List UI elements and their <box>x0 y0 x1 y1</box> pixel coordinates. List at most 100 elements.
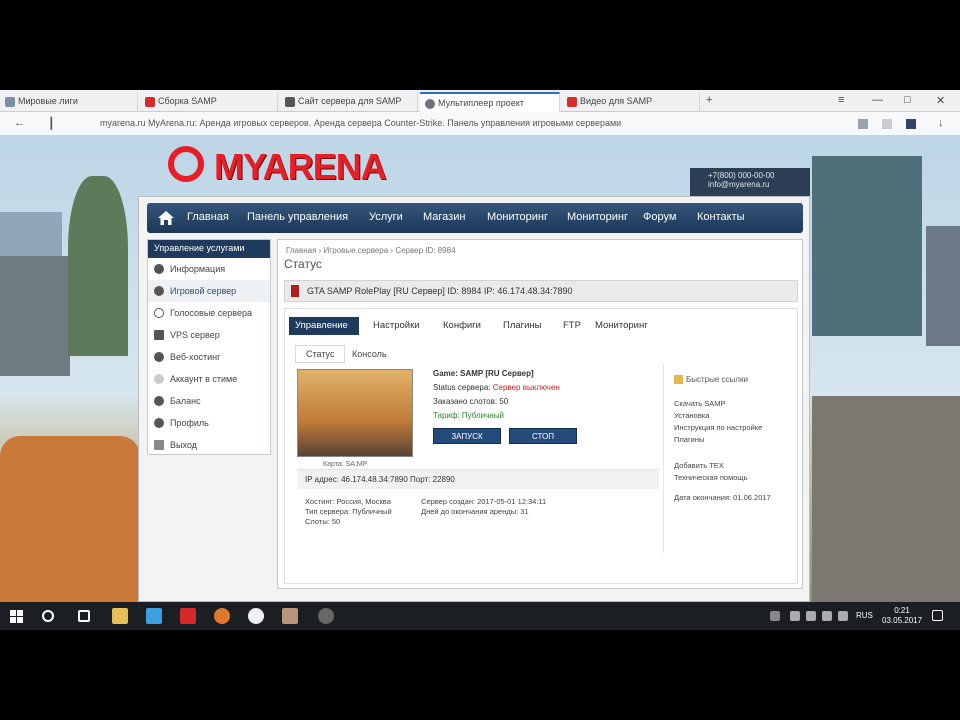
network-icon[interactable] <box>790 611 800 621</box>
extension-icon[interactable] <box>906 119 916 129</box>
nav-item[interactable]: Магазин <box>423 211 465 223</box>
sidebar-item-voice[interactable]: Голосовые сервера <box>148 302 270 324</box>
subtab-status[interactable]: Статус <box>295 345 346 363</box>
browser-tab[interactable]: Сборка SAMP <box>140 92 278 112</box>
myarena-logo[interactable]: MYARENA <box>168 144 448 187</box>
action-center-icon[interactable] <box>932 610 943 621</box>
clock[interactable]: 0:21 03.05.2017 <box>882 606 922 626</box>
url-field[interactable]: myarena.ru MyArena.ru: Аренда игровых се… <box>100 118 621 128</box>
quick-link[interactable]: Инструкция по настройке <box>674 423 762 432</box>
nav-item[interactable]: Главная <box>187 211 229 223</box>
quick-link[interactable]: Скачать SAMP <box>674 399 725 408</box>
breadcrumb[interactable]: Главная › Игровые сервера › Сервер ID: 8… <box>286 246 456 255</box>
quick-links-title: Быстрые ссылки <box>686 375 748 384</box>
quick-link[interactable]: Техническая помощь <box>674 473 747 482</box>
sidebar-item-game-server[interactable]: Игровой сервер <box>148 280 270 302</box>
server-header-bar: GTA SAMP RolePlay [RU Сервер] ID: 8984 I… <box>284 280 798 302</box>
quick-link[interactable]: Плагины <box>674 435 704 444</box>
background-building <box>812 156 922 336</box>
tab-configs[interactable]: Конфиги <box>437 317 487 335</box>
content-panel: Главная › Игровые сервера › Сервер ID: 8… <box>277 239 803 589</box>
nav-item[interactable]: Мониторинг <box>567 211 628 223</box>
home-icon[interactable] <box>157 209 175 227</box>
nav-item[interactable]: Мониторинг <box>487 211 548 223</box>
search-icon[interactable] <box>42 610 54 622</box>
tray-arrow-icon[interactable] <box>770 611 780 621</box>
ip-text[interactable]: IP адрес: 46.174.48.34:7890 Порт: 22890 <box>305 475 455 484</box>
tab-control[interactable]: Управление <box>289 317 359 335</box>
sidebar-item-vps[interactable]: VPS сервер <box>148 324 270 346</box>
browser-tab-bar: Мировые лиги Сборка SAMP Сайт сервера дл… <box>0 90 960 112</box>
info-icon <box>154 264 164 274</box>
store-icon[interactable] <box>146 608 162 624</box>
game-name: Game: SAMP [RU Сервер] <box>433 369 534 378</box>
page-icon[interactable] <box>858 119 868 129</box>
youtube-icon <box>145 97 155 107</box>
nav-item[interactable]: Контакты <box>697 211 745 223</box>
windows-start-icon[interactable] <box>10 610 23 623</box>
yandex-browser-icon[interactable] <box>248 608 264 624</box>
bookmark-icon[interactable]: ┃ <box>48 117 55 130</box>
notification-icon[interactable] <box>838 611 848 621</box>
logo-text: MYARENA <box>214 146 387 187</box>
tab-settings[interactable]: Настройки <box>367 317 426 335</box>
nav-item[interactable]: Услуги <box>369 211 403 223</box>
app-icon[interactable] <box>318 608 334 624</box>
nav-item[interactable]: Панель управления <box>247 211 348 223</box>
sidebar-item-label: Выход <box>170 440 197 450</box>
stat-location: Хостинг: Россия, Москва <box>305 497 391 506</box>
main-nav: Главная Панель управления Услуги Магазин… <box>147 203 803 233</box>
tab-plugins[interactable]: Плагины <box>497 317 548 335</box>
status-label: Status сервера: <box>433 383 491 392</box>
filezilla-icon[interactable] <box>180 608 196 624</box>
server-info-box: Карта: SA:MP Game: SAMP [RU Сервер] Stat… <box>291 363 651 473</box>
browser-tab[interactable]: Сайт сервера для SAMP <box>280 92 418 112</box>
sidebar-title: Управление услугами <box>148 240 270 258</box>
page-title: Статус <box>284 257 322 271</box>
task-view-icon[interactable] <box>78 610 90 622</box>
server-flag-icon <box>291 285 299 297</box>
app-icon[interactable] <box>282 608 298 624</box>
battery-icon[interactable] <box>822 611 832 621</box>
language-indicator[interactable]: RUS <box>856 611 873 620</box>
sidebar-item-hosting[interactable]: Веб-хостинг <box>148 346 270 368</box>
sidebar-item-info[interactable]: Информация <box>148 258 270 280</box>
close-button[interactable]: ✕ <box>936 94 945 107</box>
nav-item[interactable]: Форум <box>643 211 676 223</box>
steam-icon <box>154 374 164 384</box>
file-explorer-icon[interactable] <box>112 608 128 624</box>
background-building <box>926 226 960 346</box>
screen: Мировые лиги Сборка SAMP Сайт сервера дл… <box>0 90 960 630</box>
contact-email[interactable]: info@myarena.ru <box>708 180 792 189</box>
menu-icon[interactable]: ≡ <box>838 94 844 106</box>
new-tab-button[interactable]: + <box>706 94 712 106</box>
tab-ftp[interactable]: FTP <box>557 317 587 335</box>
browser-tab[interactable]: Видео для SAMP <box>562 92 700 112</box>
wallet-icon <box>154 396 164 406</box>
back-icon[interactable]: ← <box>14 117 25 129</box>
background-building <box>0 256 70 376</box>
browser-tab[interactable]: Мировые лиги <box>0 92 138 112</box>
quick-link[interactable]: Установка <box>674 411 709 420</box>
start-button[interactable]: ЗАПУСК <box>433 428 501 444</box>
sidebar-item-label: Веб-хостинг <box>170 352 221 362</box>
stop-button[interactable]: СТОП <box>509 428 577 444</box>
volume-icon[interactable] <box>806 611 816 621</box>
map-preview-image <box>297 369 413 457</box>
browser-tab-active[interactable]: Мультиплеер проект <box>420 92 560 112</box>
sidebar-item-balance[interactable]: Баланс <box>148 390 270 412</box>
subtab-console[interactable]: Консоль <box>341 345 398 363</box>
quick-link[interactable]: Добавить ТЕХ <box>674 461 724 470</box>
download-icon[interactable]: ↓ <box>938 117 944 129</box>
taskbar: RUS 0:21 03.05.2017 <box>0 602 960 630</box>
firefox-icon[interactable] <box>214 608 230 624</box>
maximize-button[interactable]: □ <box>904 94 911 106</box>
sidebar-item-logout[interactable]: Выход <box>148 434 270 456</box>
tab-monitoring[interactable]: Мониторинг <box>589 317 654 335</box>
sidebar-item-steam[interactable]: Аккаунт в стиме <box>148 368 270 390</box>
sidebar-item-label: Голосовые сервера <box>170 308 253 318</box>
sidebar-item-profile[interactable]: Профиль <box>148 412 270 434</box>
reader-icon[interactable] <box>882 119 892 129</box>
sidebar-item-label: Информация <box>170 264 226 274</box>
minimize-button[interactable]: — <box>872 94 883 106</box>
